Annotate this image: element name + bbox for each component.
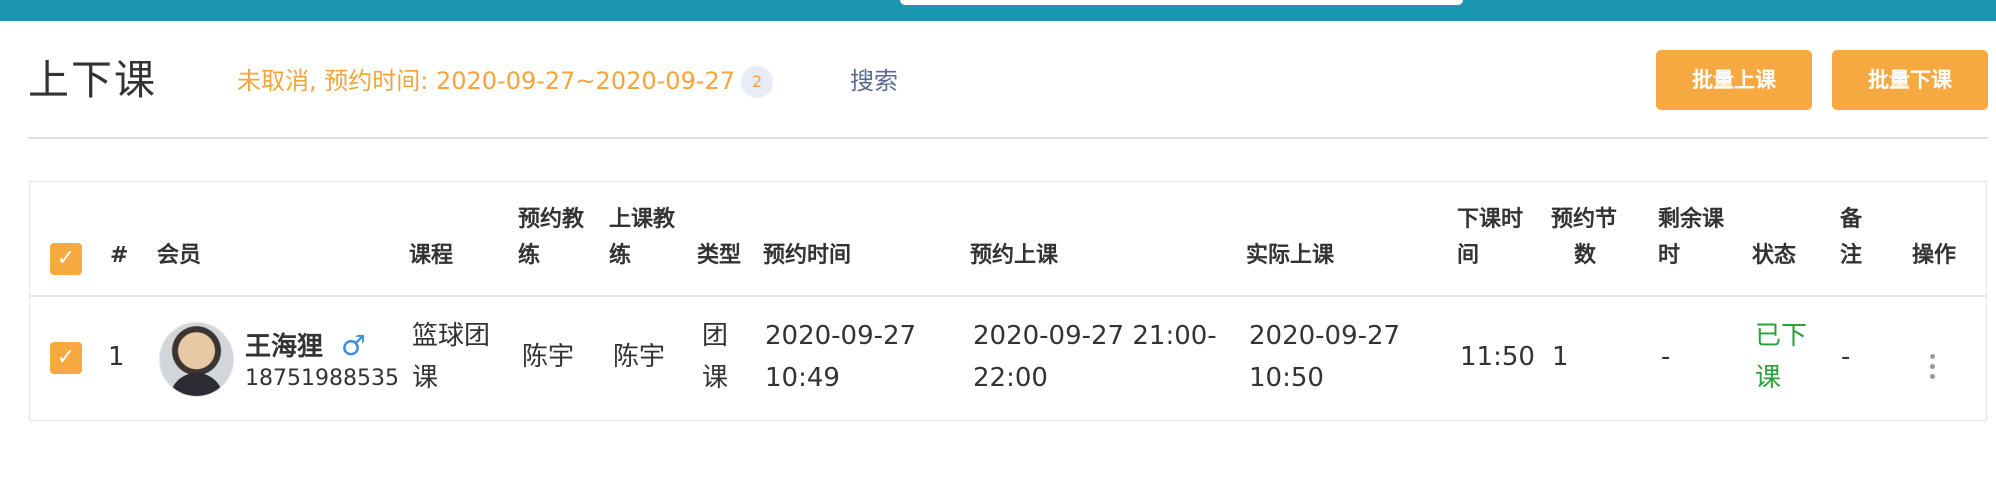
header-booking-time: 预约时间	[763, 243, 852, 268]
batch-end-class-button[interactable]: 批量下课	[1832, 50, 1988, 110]
end-time: 11:50	[1460, 342, 1535, 372]
male-icon: ♂	[341, 329, 367, 362]
top-search-field[interactable]	[900, 0, 1463, 5]
remark: -	[1841, 342, 1851, 372]
header-remaining-line2: 时	[1658, 243, 1681, 268]
remaining-hours: -	[1661, 342, 1671, 372]
page-title: 上下课	[28, 56, 157, 104]
sessions: 1	[1552, 342, 1569, 372]
member-avatar	[159, 322, 234, 397]
row-index: 1	[108, 342, 125, 372]
actual-class-date: 2020-09-27	[1249, 321, 1401, 351]
status-line1: 已下	[1755, 321, 1808, 351]
filter-summary[interactable]: 未取消, 预约时间: 2020-09-27~2020-09-27 2	[237, 64, 774, 100]
booked-class-line1: 2020-09-27 21:00-	[973, 321, 1217, 351]
select-all-checkbox[interactable]: ✓	[50, 243, 82, 275]
header-actual-class: 实际上课	[1246, 243, 1335, 268]
header-actions: 操作	[1912, 243, 1957, 268]
checkmark-icon: ✓	[56, 345, 76, 370]
search-link[interactable]: 搜索	[850, 64, 898, 98]
header-class-coach-line2: 练	[609, 243, 632, 268]
header-status: 状态	[1752, 243, 1797, 268]
member-name[interactable]: 王海狸	[245, 329, 323, 365]
booked-class-line2: 22:00	[973, 363, 1048, 393]
header-sessions-line1: 预约节	[1551, 207, 1618, 232]
top-bar	[0, 0, 1996, 21]
header-end-time-line2: 间	[1457, 243, 1480, 268]
filter-count-badge: 2	[741, 66, 774, 98]
header-booked-coach-line1: 预约教	[518, 207, 585, 232]
avatar-body	[170, 373, 223, 396]
table-header-divider	[29, 295, 1987, 297]
row-checkbox[interactable]: ✓	[50, 342, 82, 374]
type-line2: 课	[702, 363, 729, 393]
header-class-coach-line1: 上课教	[609, 207, 676, 232]
status-line2: 课	[1755, 363, 1782, 393]
header-booked-class: 预约上课	[970, 243, 1059, 268]
header-remark-line2: 注	[1840, 243, 1863, 268]
batch-start-class-button[interactable]: 批量上课	[1656, 50, 1812, 110]
course-line2: 课	[412, 363, 439, 393]
member-phone: 18751988535	[245, 366, 399, 391]
header-end-time-line1: 下课时	[1457, 207, 1524, 232]
header-divider	[28, 137, 1988, 139]
course-line1: 篮球团	[412, 321, 491, 351]
booked-coach: 陈宇	[522, 342, 575, 372]
booking-time: 10:49	[765, 363, 840, 393]
header-sessions-line2: 数	[1574, 243, 1597, 268]
filter-text: 未取消, 预约时间: 2020-09-27~2020-09-27	[237, 67, 736, 95]
header-booked-coach-line2: 练	[518, 243, 541, 268]
checkmark-icon: ✓	[56, 246, 76, 271]
actual-class-time: 10:50	[1249, 363, 1324, 393]
header-course: 课程	[409, 243, 454, 268]
booking-date: 2020-09-27	[765, 321, 917, 351]
header-index: #	[110, 243, 129, 268]
class-coach: 陈宇	[613, 342, 666, 372]
header-remark-line1: 备	[1840, 207, 1863, 232]
more-vertical-icon[interactable]	[1929, 354, 1937, 382]
header-type: 类型	[697, 243, 742, 268]
type-line1: 团	[702, 321, 729, 351]
header-member: 会员	[157, 243, 202, 268]
header-remaining-line1: 剩余课	[1658, 207, 1725, 232]
